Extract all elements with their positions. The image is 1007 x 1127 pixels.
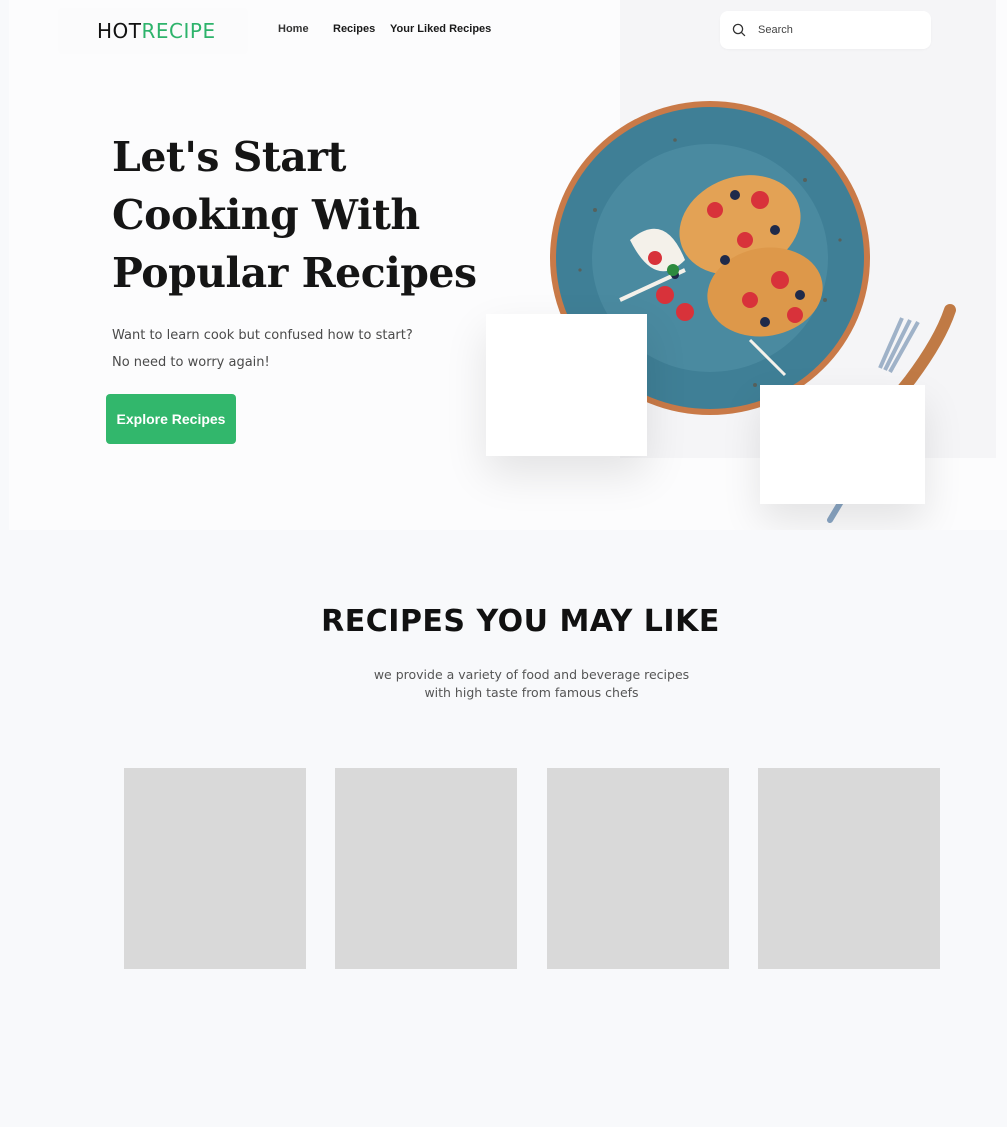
search-box[interactable] [720,11,931,49]
search-input[interactable] [758,21,918,39]
recipes-section-subtitle-line: we provide a variety of food and beverag… [373,667,690,682]
search-icon [732,23,746,37]
recipes-section-title: RECIPES YOU MAY LIKE [321,604,720,639]
nav-home[interactable]: Home [278,23,309,35]
recipe-cards [0,768,1007,969]
recipe-card[interactable] [758,768,940,969]
hero-headline-line: Cooking With [112,191,420,239]
recipe-card[interactable] [335,768,517,969]
explore-recipes-button[interactable]: Explore Recipes [106,394,236,444]
recipe-card[interactable] [124,768,306,969]
recipes-section-subtitle-line: with high taste from famous chefs [424,685,639,700]
recipe-card[interactable] [547,768,729,969]
recipes-section-subtitle: we provide a variety of food and beverag… [0,666,1007,702]
hero-subtitle-line: Want to learn cook but confused how to s… [112,328,413,343]
logo-accent: RECIPE [141,19,216,43]
hero-subtitle-line: No need to worry again! [112,355,270,370]
logo-primary: HOT [97,19,142,43]
hero-floating-card [760,385,925,504]
nav-recipes[interactable]: Recipes [333,23,375,35]
hero-headline-line: Popular Recipes [112,249,477,297]
logo[interactable]: HOTRECIPE [97,19,216,43]
hero-floating-card [486,314,647,456]
hero-headline: Let's Start Cooking With Popular Recipes [112,128,477,302]
hero-headline-line: Let's Start [112,133,346,181]
nav-liked-recipes[interactable]: Your Liked Recipes [390,23,491,35]
hero-subtitle: Want to learn cook but confused how to s… [112,322,413,376]
